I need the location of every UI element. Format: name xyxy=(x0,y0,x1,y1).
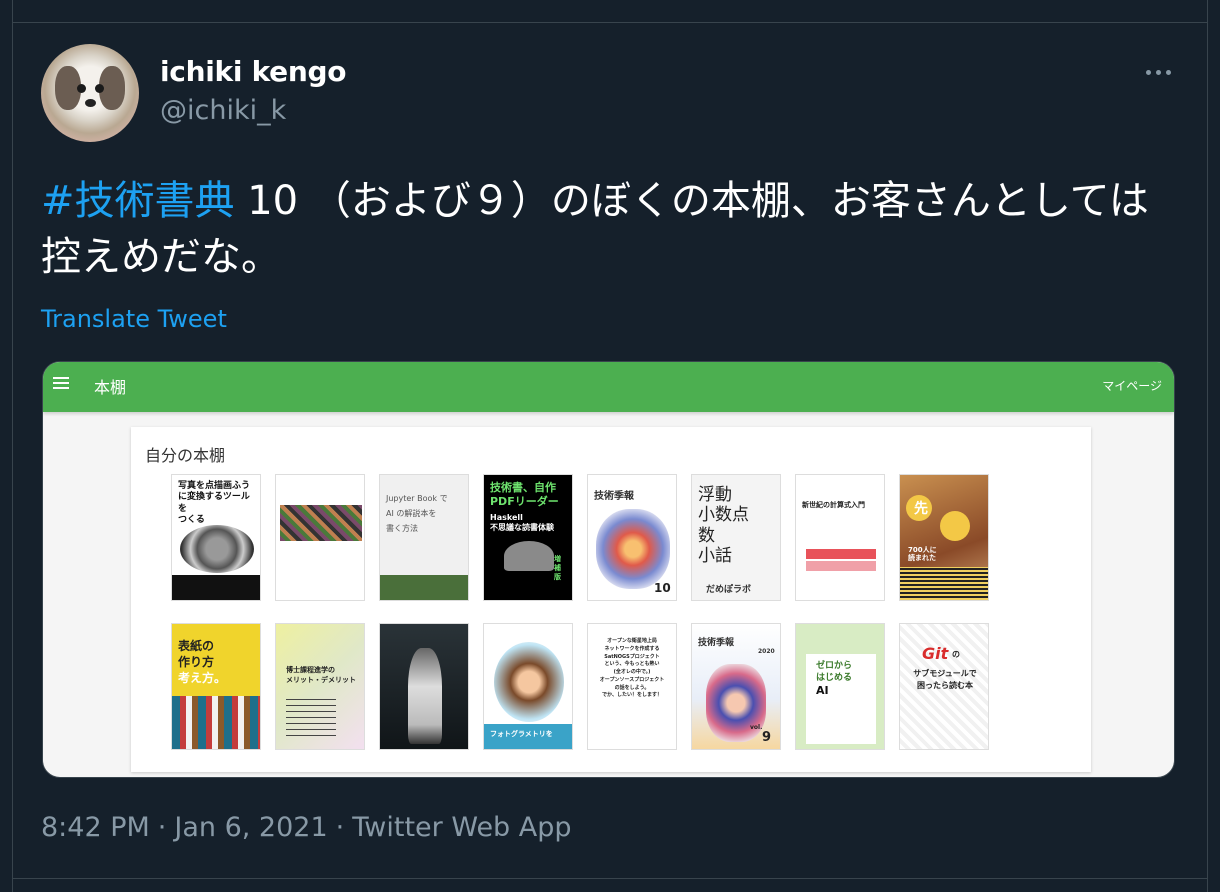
tweet-text: #技術書典 10 （および９）のぼくの本棚、お客さんとしては控えめだな。 xyxy=(41,173,1181,285)
user-handle[interactable]: @ichiki_k xyxy=(160,95,286,126)
display-name[interactable]: ichiki kengo xyxy=(160,55,346,88)
column-border-left xyxy=(12,0,13,892)
bottom-divider xyxy=(12,878,1208,879)
tweet-timestamp: 8:42 PM · Jan 6, 2021 · Twitter Web App xyxy=(41,812,572,843)
book-cover[interactable]: 浮動 小数点数小話 だめぽラボ xyxy=(691,474,781,601)
book-cover[interactable]: 表紙の 作り方 考え方。 xyxy=(171,623,261,750)
avatar-eye-left xyxy=(77,84,86,93)
translate-tweet-link[interactable]: Translate Tweet xyxy=(41,305,227,333)
section-title: 自分の本棚 xyxy=(145,446,226,465)
hamburger-menu-icon[interactable] xyxy=(53,377,69,389)
book-cover[interactable]: 技術季報 2020 vol. 9 xyxy=(691,623,781,750)
app-title: 本棚 xyxy=(94,378,127,397)
bookshelf-card: 自分の本棚 写真を点描画ふう に変換するツールを つくる Jupyter Book … xyxy=(131,427,1091,772)
book-cover[interactable]: ゼロから はじめる AI xyxy=(795,623,885,750)
source-app[interactable]: Twitter Web App xyxy=(352,812,571,843)
mypage-link[interactable]: マイページ xyxy=(1102,377,1162,394)
top-divider xyxy=(12,22,1208,23)
hashtag-link[interactable]: #技術書典 xyxy=(41,178,235,224)
book-cover[interactable]: 技術書、自作 PDFリーダー Haskell 不思議な読書体験 増補版 xyxy=(483,474,573,601)
book-cover[interactable]: Git の サブモジュールで 困ったら読む本 xyxy=(899,623,989,750)
tweet-time[interactable]: 8:42 PM xyxy=(41,812,150,843)
tweet-date[interactable]: Jan 6, 2021 xyxy=(174,812,327,843)
book-cover[interactable]: Jupyter Book で AI の解説本を 書く方法 xyxy=(379,474,469,601)
book-cover[interactable] xyxy=(275,474,365,601)
book-cover[interactable]: 博士課程進学の メリット・デメリット xyxy=(275,623,365,750)
book-cover[interactable]: 先 700人に 読まれた xyxy=(899,474,989,601)
app-bar: 本棚 マイページ xyxy=(43,362,1174,412)
avatar[interactable] xyxy=(41,44,139,142)
book-cover[interactable]: 技術季報 10 xyxy=(587,474,677,601)
book-cover[interactable]: オープンな衛星地上局 ネットワークを作成する SatNOGSプロジェクト という、今も… xyxy=(587,623,677,750)
avatar-eye-right xyxy=(95,84,104,93)
book-cover[interactable]: 写真を点描画ふう に変換するツールを つくる xyxy=(171,474,261,601)
book-cover[interactable]: フォトグラメトリを xyxy=(483,623,573,750)
separator: · xyxy=(157,812,167,843)
tweet-image[interactable]: 本棚 マイページ 自分の本棚 写真を点描画ふう に変換するツールを つくる Jupy… xyxy=(42,361,1175,778)
column-border-right xyxy=(1207,0,1208,892)
avatar-nose xyxy=(85,99,96,107)
book-cover[interactable]: 新世紀の計算式入門 xyxy=(795,474,885,601)
book-cover[interactable] xyxy=(379,623,469,750)
separator: · xyxy=(335,812,345,843)
more-options-icon[interactable] xyxy=(1140,58,1176,86)
